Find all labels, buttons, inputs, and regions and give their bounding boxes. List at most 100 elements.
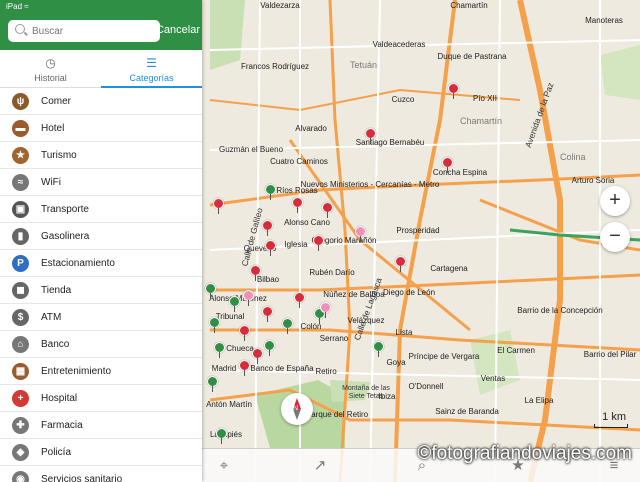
metro-station[interactable]: Concha Espina <box>433 168 487 177</box>
poi-marker[interactable] <box>355 226 366 242</box>
poi-marker[interactable] <box>265 240 276 256</box>
scale-label: 1 km <box>602 411 626 423</box>
poi-marker[interactable] <box>265 184 276 200</box>
category-item[interactable]: ⌂ Banco <box>0 331 202 358</box>
metro-station[interactable]: Cuzco <box>392 95 415 104</box>
category-item[interactable]: ◉ Servicios sanitario <box>0 466 202 482</box>
poi-marker[interactable] <box>320 302 331 318</box>
metro-station[interactable]: Retiro <box>315 367 336 376</box>
search-input[interactable] <box>32 23 152 39</box>
location-icon[interactable]: ⌖ <box>214 456 234 476</box>
poi-marker[interactable] <box>252 348 263 364</box>
metro-station[interactable]: Barrio de la Concepción <box>517 306 602 315</box>
metro-station[interactable]: Príncipe de Vergara <box>409 352 480 361</box>
metro-station[interactable]: La Elipa <box>525 396 554 405</box>
poi-marker[interactable] <box>205 283 216 299</box>
poi-marker[interactable] <box>262 220 273 236</box>
metro-station[interactable]: Chueca <box>226 344 254 353</box>
compass-icon: N <box>293 398 301 420</box>
metro-station[interactable]: Valdezarza <box>260 1 299 10</box>
metro-station[interactable]: Sainz de Baranda <box>435 407 499 416</box>
metro-station[interactable]: O'Donnell <box>409 382 444 391</box>
poi-marker[interactable] <box>448 83 459 99</box>
metro-station[interactable]: Francos Rodríguez <box>241 62 309 71</box>
category-item[interactable]: ★ Turismo <box>0 142 202 169</box>
poi-marker[interactable] <box>229 296 240 312</box>
tab-history[interactable]: ◷ Historial <box>0 50 101 88</box>
poi-marker[interactable] <box>313 235 324 251</box>
metro-station[interactable]: Diego de León <box>383 288 435 297</box>
metro-station[interactable]: Antón Martín <box>206 400 252 409</box>
poi-marker[interactable] <box>243 290 254 306</box>
metro-station[interactable]: Cartagena <box>430 264 467 273</box>
district-label: Tetuán <box>350 60 378 70</box>
category-label: Entretenimiento <box>41 366 112 377</box>
zoom-out-button[interactable]: − <box>600 222 630 252</box>
poi-marker[interactable] <box>442 157 453 173</box>
category-label: Servicios sanitario <box>41 474 123 482</box>
metro-station[interactable]: Alvarado <box>295 124 327 133</box>
poi-marker[interactable] <box>213 198 224 214</box>
metro-station[interactable]: Valdeacederas <box>373 40 426 49</box>
poi-marker[interactable] <box>373 341 384 357</box>
metro-station[interactable]: Iglesia <box>284 240 307 249</box>
metro-station[interactable]: Prosperidad <box>396 226 439 235</box>
route-icon[interactable]: ↗ <box>310 456 330 476</box>
metro-station[interactable]: Tribunal <box>216 312 245 321</box>
category-item[interactable]: ≈ WiFi <box>0 169 202 196</box>
category-item[interactable]: ▮ Gasolinera <box>0 223 202 250</box>
metro-station[interactable]: Bilbao <box>257 275 279 284</box>
category-item[interactable]: ◆ Policía <box>0 439 202 466</box>
metro-station[interactable]: Madrid <box>212 364 236 373</box>
metro-station[interactable]: El Carmen <box>497 346 535 355</box>
poi-marker[interactable] <box>207 376 218 392</box>
bed-icon: ▬ <box>12 120 29 137</box>
category-item[interactable]: ✚ Farmacia <box>0 412 202 439</box>
metro-station[interactable]: Ventas <box>481 374 505 383</box>
cancel-button[interactable]: Cancelar <box>156 24 200 36</box>
metro-station[interactable]: Nuevos Ministerios - Cercanías - Metro <box>301 180 440 189</box>
category-item[interactable]: ▬ Hotel <box>0 115 202 142</box>
category-item[interactable]: + Hospital <box>0 385 202 412</box>
metro-station[interactable]: Serrano <box>320 334 348 343</box>
category-item[interactable]: ▦ Entretenimiento <box>0 358 202 385</box>
metro-station[interactable]: Guzmán el Bueno <box>219 145 283 154</box>
category-item[interactable]: ▣ Transporte <box>0 196 202 223</box>
tab-categories[interactable]: ☰ Categorías <box>101 50 202 88</box>
metro-station[interactable]: Ríos Rosas <box>276 186 317 195</box>
poi-marker[interactable] <box>262 306 273 322</box>
poi-marker[interactable] <box>264 340 275 356</box>
metro-station[interactable]: Alonso Cano <box>284 218 330 227</box>
category-item[interactable]: ψ Comer <box>0 88 202 115</box>
search-box[interactable] <box>8 20 160 42</box>
poi-marker[interactable] <box>322 202 333 218</box>
metro-station[interactable]: Duque de Pastrana <box>438 52 507 61</box>
poi-marker[interactable] <box>239 325 250 341</box>
metro-station[interactable]: Santiago Bernabéu <box>356 138 425 147</box>
metro-station[interactable]: Pío XII <box>473 94 497 103</box>
zoom-in-button[interactable]: + <box>600 186 630 216</box>
poi-marker[interactable] <box>216 428 227 444</box>
category-item[interactable]: $ ATM <box>0 304 202 331</box>
metro-station[interactable]: Goya <box>386 358 405 367</box>
metro-station[interactable]: Arturo Soria <box>572 176 615 185</box>
metro-station[interactable]: Lista <box>396 328 413 337</box>
poi-marker[interactable] <box>282 318 293 334</box>
compass-button[interactable]: N <box>281 393 313 425</box>
metro-station[interactable]: Barrio del Pilar <box>584 350 636 359</box>
poi-marker[interactable] <box>250 265 261 281</box>
metro-station[interactable]: Banco de España <box>250 364 313 373</box>
poi-marker[interactable] <box>209 317 220 333</box>
metro-station[interactable]: Cuatro Caminos <box>270 157 328 166</box>
category-item[interactable]: P Estacionamiento <box>0 250 202 277</box>
metro-station[interactable]: Manoteras <box>585 16 623 25</box>
poi-marker[interactable] <box>365 128 376 144</box>
poi-marker[interactable] <box>294 292 305 308</box>
poi-marker[interactable] <box>239 360 250 376</box>
metro-station[interactable]: Chamartín <box>450 1 487 10</box>
category-item[interactable]: ◼ Tienda <box>0 277 202 304</box>
poi-marker[interactable] <box>395 256 406 272</box>
metro-station[interactable]: Rubén Darío <box>309 268 354 277</box>
poi-marker[interactable] <box>292 197 303 213</box>
poi-marker[interactable] <box>214 342 225 358</box>
